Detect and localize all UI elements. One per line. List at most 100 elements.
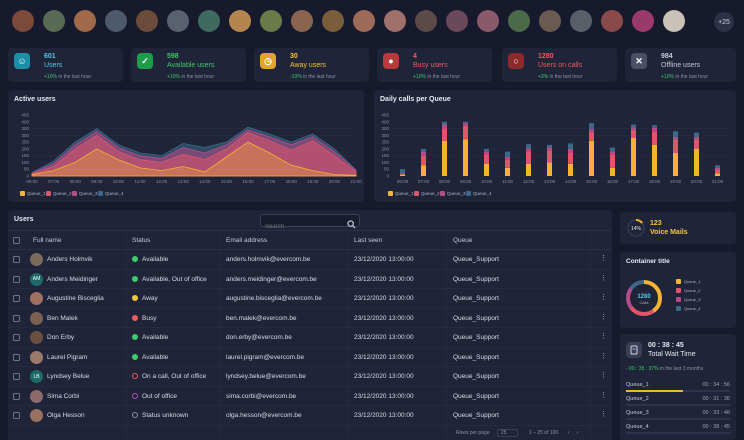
row-menu-icon[interactable]: ⋮ [600, 313, 607, 321]
stat-delta: +3% [538, 74, 549, 80]
user-avatar[interactable] [539, 10, 561, 32]
user-avatar[interactable] [353, 10, 375, 32]
user-avatar[interactable] [384, 10, 406, 32]
bar-segment [442, 124, 447, 129]
user-avatar[interactable] [260, 10, 282, 32]
status-text: Available [142, 334, 169, 341]
x-tick-label: 13:00 [544, 179, 556, 184]
table-row[interactable]: Don Erby Available don.erby@evercom.be 23/1… [8, 328, 612, 348]
row-checkbox[interactable] [13, 334, 20, 341]
bar-segment [694, 132, 699, 137]
user-avatar[interactable] [167, 10, 189, 32]
user-avatar[interactable] [663, 10, 685, 32]
user-avatar[interactable] [43, 10, 65, 32]
row-menu-icon[interactable]: ⋮ [600, 410, 607, 418]
row-menu-icon[interactable]: ⋮ [600, 332, 607, 340]
column-header-full-name[interactable]: Full name [33, 237, 62, 244]
status-text: Busy [142, 314, 157, 322]
y-tick-label: 350 [21, 126, 29, 131]
legend-swatch [676, 297, 681, 302]
row-menu-icon[interactable]: ⋮ [600, 254, 607, 262]
column-header-last-seen[interactable]: Last seen [354, 237, 382, 244]
user-email: don.erby@evercom.be [226, 334, 292, 341]
table-row[interactable]: AM Anders Meidinger Available, Out of offi… [8, 270, 612, 289]
user-avatar[interactable] [74, 10, 96, 32]
user-email: lyndsey.belue@evercom.be [226, 373, 306, 380]
user-status: Status unknown [132, 412, 188, 419]
voicemail-count: 123 [650, 220, 662, 227]
row-menu-icon[interactable]: ⋮ [600, 274, 607, 282]
bar-segment [589, 123, 594, 130]
stat-delta: +10% [661, 74, 674, 80]
column-header-queue[interactable]: Queue [453, 237, 473, 244]
wait-time-delta: - 00 : 35 : 37% in the last 3 months [626, 366, 704, 372]
voicemail-progress-ring: 14% [627, 219, 645, 237]
x-tick-label: 17:00 [628, 179, 640, 184]
stat-period: in the last hour [58, 74, 92, 80]
user-avatar[interactable] [570, 10, 592, 32]
user-avatar[interactable] [601, 10, 623, 32]
next-page-button[interactable]: › [577, 430, 579, 436]
bar-segment [484, 148, 489, 152]
user-avatar[interactable] [477, 10, 499, 32]
row-checkbox[interactable] [13, 392, 20, 400]
user-avatar[interactable] [322, 10, 344, 32]
select-all-checkbox[interactable] [13, 237, 20, 244]
legend-label: Queue_4 [105, 191, 124, 196]
queue-name: Queue_4 [626, 424, 649, 430]
bar-segment [400, 174, 405, 175]
user-avatar[interactable] [415, 10, 437, 32]
row-checkbox[interactable] [13, 295, 20, 302]
table-row[interactable]: Laurel Pigram Available laurel.pigram@ever… [8, 348, 612, 367]
row-checkbox[interactable] [13, 314, 20, 322]
user-queue: Queue_Support [453, 275, 499, 283]
table-row[interactable]: Sima Corbi Out of office sima.corbi@everco… [8, 387, 612, 406]
user-avatar[interactable] [105, 10, 127, 32]
user-status: Available [132, 334, 168, 341]
legend-swatch [676, 279, 681, 284]
legend-swatch [466, 191, 471, 196]
more-users-badge[interactable]: +25 [714, 12, 734, 32]
user-avatar[interactable] [291, 10, 313, 32]
user-avatar[interactable] [198, 10, 220, 32]
row-checkbox[interactable] [13, 412, 20, 419]
user-avatar[interactable] [136, 10, 158, 32]
row-checkbox[interactable] [13, 353, 20, 361]
legend-label: Queue_4 [684, 306, 701, 311]
user-full-name: Ben Malek [47, 314, 78, 322]
user-avatar[interactable] [229, 10, 251, 32]
bar-segment [610, 154, 615, 168]
table-row[interactable]: Olga Hesson Status unknown olga.hesson@eve… [8, 406, 612, 426]
row-menu-icon[interactable]: ⋮ [600, 371, 607, 379]
user-avatar[interactable] [446, 10, 468, 32]
search-box [260, 214, 360, 233]
y-tick-label: 50 [384, 167, 390, 172]
row-checkbox[interactable] [13, 373, 20, 380]
stat-subtext: +10% in the last hour [661, 74, 730, 80]
rows-per-page-select[interactable]: 25 [497, 429, 518, 437]
prev-page-button[interactable]: ‹ [568, 430, 570, 436]
stat-card: ◷ 30 Away users -10% in the last hour [254, 48, 369, 82]
stat-period: in the last hour [303, 74, 336, 80]
user-last-seen: 23/12/2020 13:00:00 [354, 353, 414, 361]
table-row[interactable]: Anders Holmvik Available anders.holmvik@ev… [8, 250, 612, 270]
row-checkbox[interactable] [13, 275, 20, 283]
row-menu-icon[interactable]: ⋮ [600, 352, 607, 360]
table-row[interactable]: LB Lyndsey Belue On a call, Out of office l… [8, 367, 612, 387]
user-avatar[interactable] [508, 10, 530, 32]
calls-donut-card: Container title Queue_1 Queue_2 Queue_3 Que… [620, 252, 736, 328]
column-header-email[interactable]: Email address [226, 237, 267, 244]
table-row[interactable]: Augustine Bisceglia Away augustine.biscegl… [8, 289, 612, 309]
table-row[interactable]: Ben Malek Busy ben.malek@evercom.be 23/12/2… [8, 309, 612, 328]
legend-swatch [72, 191, 77, 196]
row-menu-icon[interactable]: ⋮ [600, 391, 607, 399]
row-menu-icon[interactable]: ⋮ [600, 293, 607, 301]
bar-segment [547, 162, 552, 176]
user-avatar[interactable] [632, 10, 654, 32]
user-last-seen: 23/12/2020 13:00:00 [354, 314, 414, 322]
column-header-status[interactable]: Status [132, 237, 150, 244]
user-avatar[interactable] [12, 10, 34, 32]
row-checkbox[interactable] [13, 256, 20, 263]
user-last-seen: 23/12/2020 13:00:00 [354, 256, 414, 263]
x-tick-label: 19:00 [670, 179, 682, 184]
